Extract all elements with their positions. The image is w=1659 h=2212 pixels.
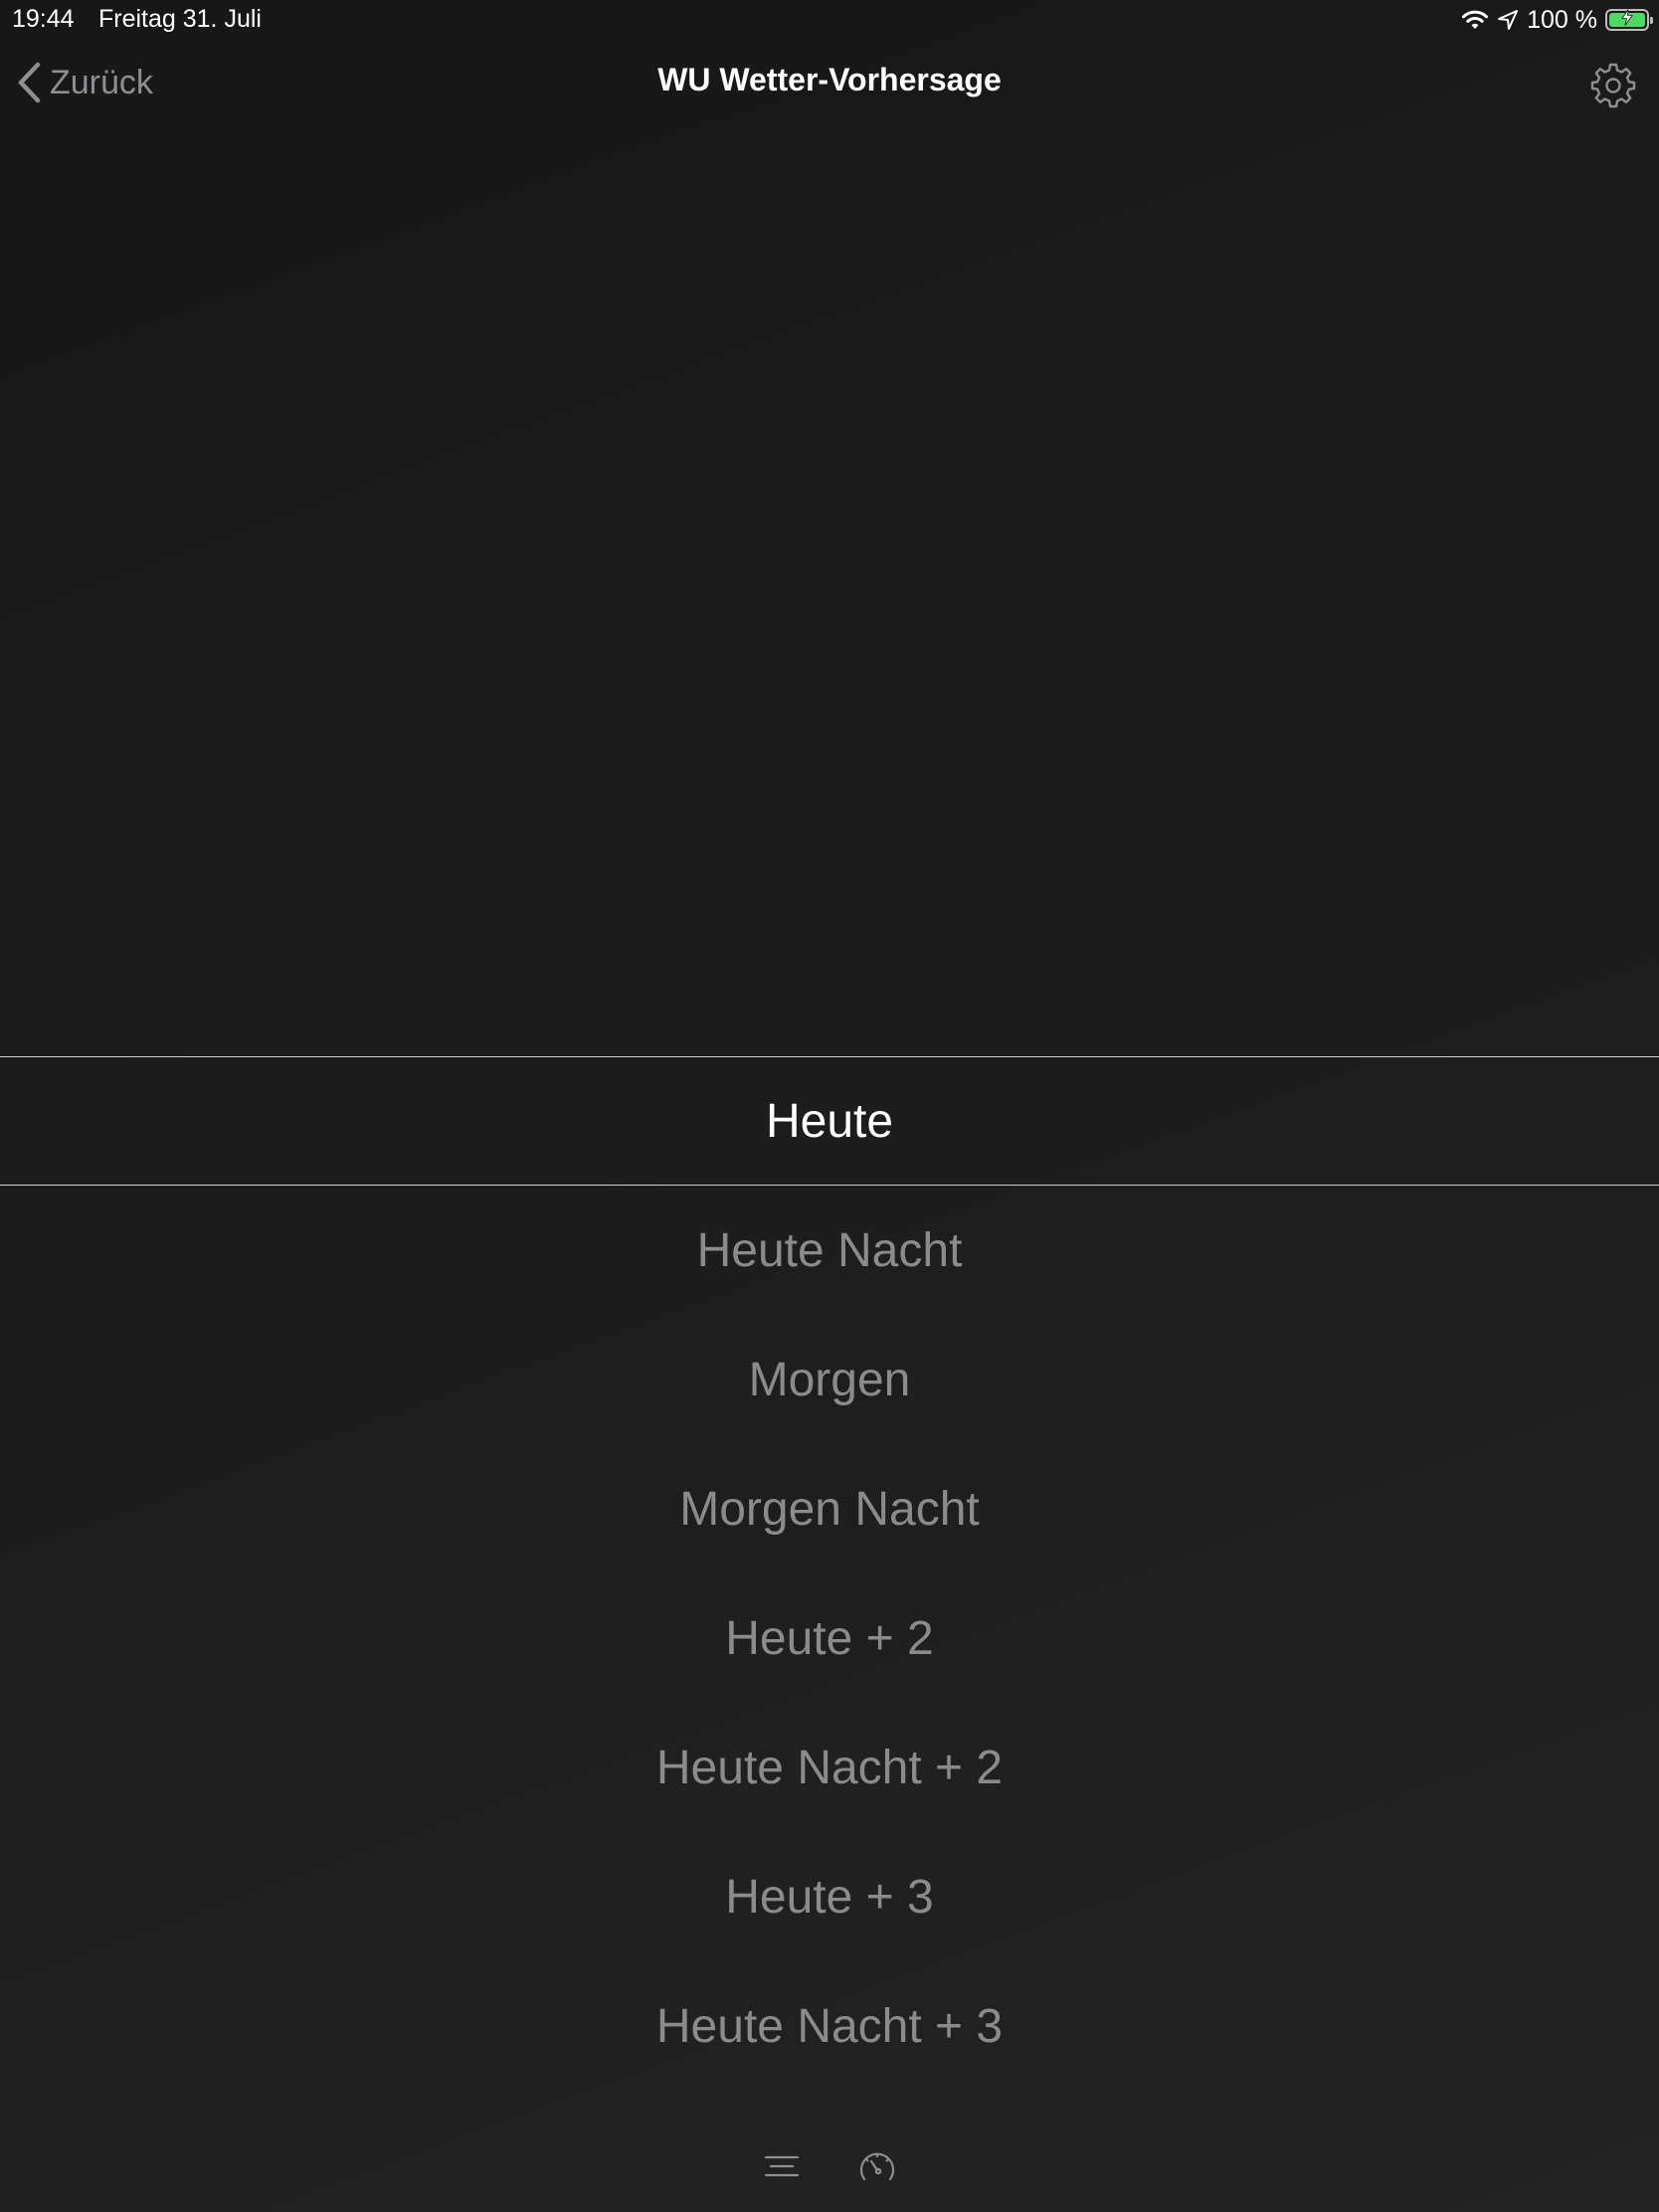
battery-percentage: 100 % — [1527, 5, 1597, 34]
status-time: 19:44 — [12, 5, 75, 33]
gauge-icon — [859, 2152, 895, 2181]
picker-item[interactable]: Heute Nacht + 3 — [0, 1961, 1659, 2091]
page-title: WU Wetter-Vorhersage — [657, 62, 1002, 97]
picker-selected-item[interactable]: Heute — [0, 1056, 1659, 1186]
status-date: Freitag 31. Juli — [98, 5, 262, 33]
picker-item[interactable]: Morgen — [0, 1315, 1659, 1444]
picker-item[interactable]: Heute Nacht — [0, 1186, 1659, 1315]
list-icon — [764, 2155, 800, 2177]
battery-nub — [1650, 17, 1653, 24]
location-arrow-icon — [1497, 9, 1519, 31]
gear-icon — [1590, 63, 1636, 108]
picker-item[interactable]: Heute + 3 — [0, 1832, 1659, 1961]
picker-options: Heute Nacht Morgen Morgen Nacht Heute + … — [0, 1186, 1659, 2091]
charging-bolt-icon — [1621, 9, 1633, 31]
status-indicators: 100 % — [1461, 4, 1653, 36]
status-bar: 19:44 Freitag 31. Juli 100 % — [0, 0, 1659, 40]
wifi-icon — [1461, 9, 1489, 31]
settings-button[interactable] — [1589, 61, 1637, 108]
picker-item[interactable]: Heute + 2 — [0, 1573, 1659, 1703]
picker-item[interactable]: Morgen Nacht — [0, 1444, 1659, 1573]
battery-charging-icon — [1605, 9, 1653, 31]
picker-item[interactable]: Heute Nacht + 2 — [0, 1703, 1659, 1832]
navigation-bar: Zurück WU Wetter-Vorhersage — [0, 40, 1659, 129]
list-button[interactable] — [762, 2146, 802, 2186]
bottom-toolbar — [0, 2138, 1659, 2194]
gauge-button[interactable] — [857, 2146, 897, 2186]
